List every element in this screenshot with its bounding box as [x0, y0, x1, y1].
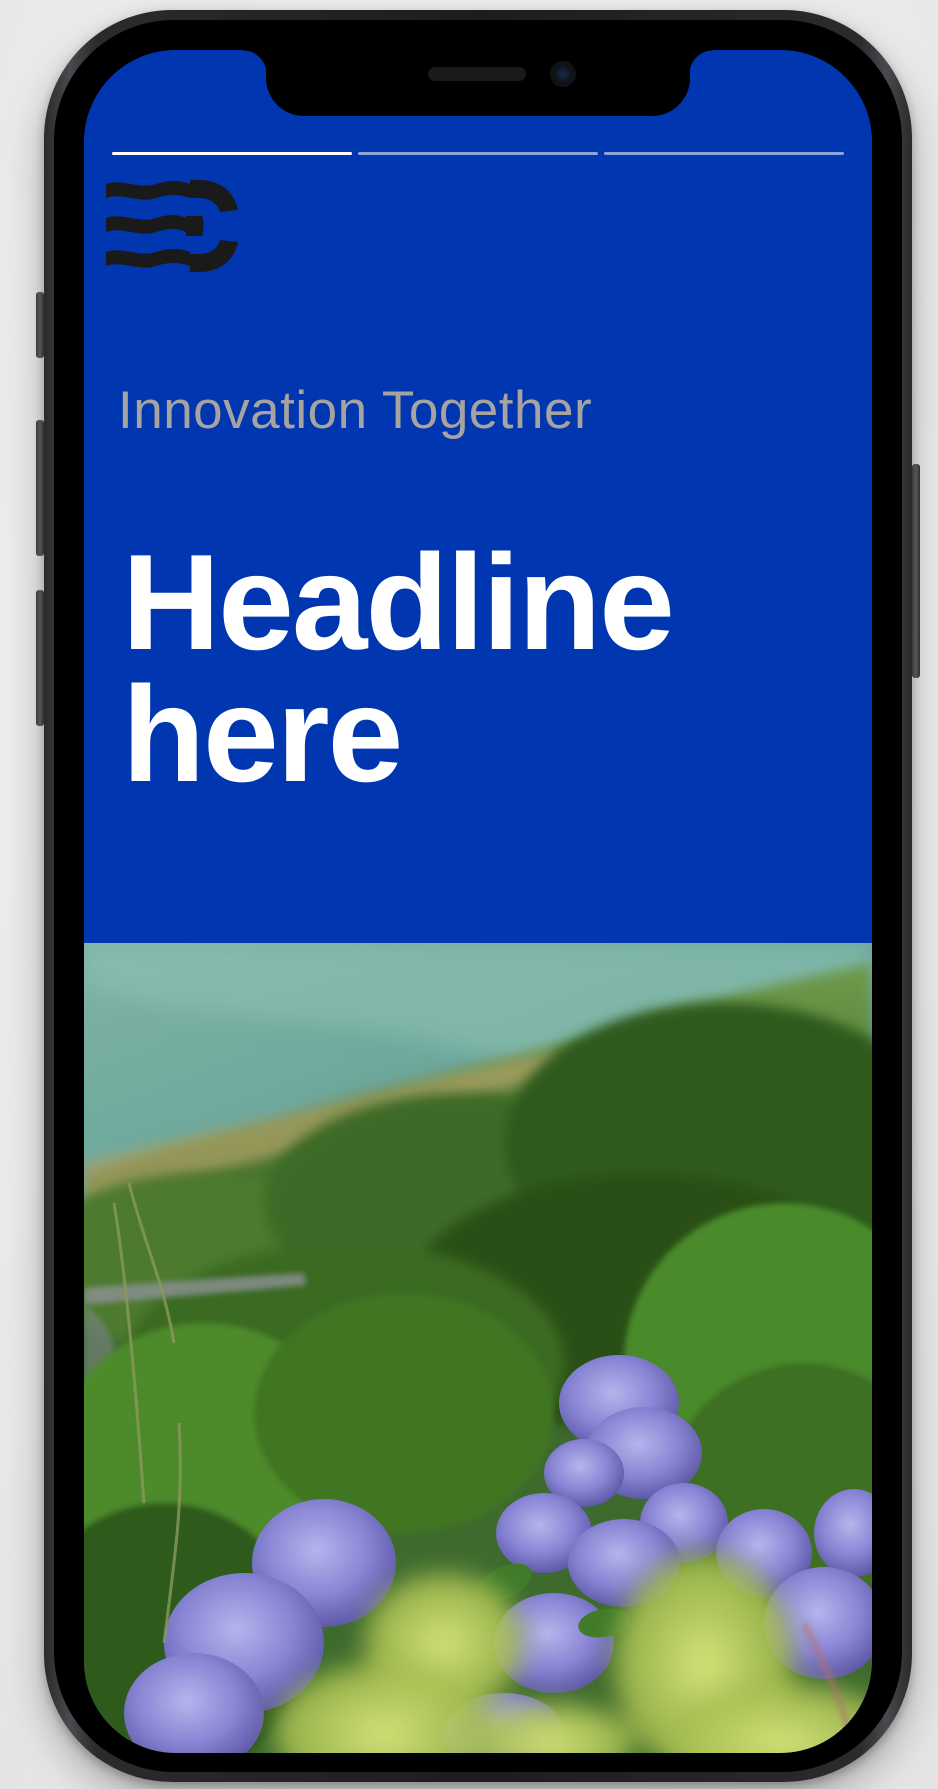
volume-up-button: [36, 420, 44, 556]
logo-mark: [106, 180, 238, 272]
phone-screen: Innovation Together Headline here: [84, 50, 872, 1753]
front-camera-icon: [550, 61, 576, 87]
headline-line-1: Headline: [122, 526, 675, 678]
mockup-stage: Innovation Together Headline here: [0, 0, 938, 1789]
story-progress-bar: [112, 152, 844, 155]
ec-wave-logo: [106, 176, 240, 276]
story-progress-segment-1[interactable]: [112, 152, 352, 155]
mute-switch: [36, 292, 44, 358]
headline-line-2: here: [122, 658, 403, 810]
power-button: [912, 464, 920, 678]
tagline: Innovation Together: [118, 381, 593, 440]
phone-notch: [243, 50, 713, 116]
hero-section: Innovation Together Headline here: [84, 50, 872, 943]
story-progress-segment-3[interactable]: [604, 152, 844, 155]
photo-illustration: [84, 943, 872, 1753]
hydrangea-hillside-photo: [84, 943, 872, 1753]
volume-down-button: [36, 590, 44, 726]
story-progress-segment-2[interactable]: [358, 152, 598, 155]
earpiece-speaker: [428, 67, 526, 81]
headline: Headline here: [122, 526, 822, 810]
